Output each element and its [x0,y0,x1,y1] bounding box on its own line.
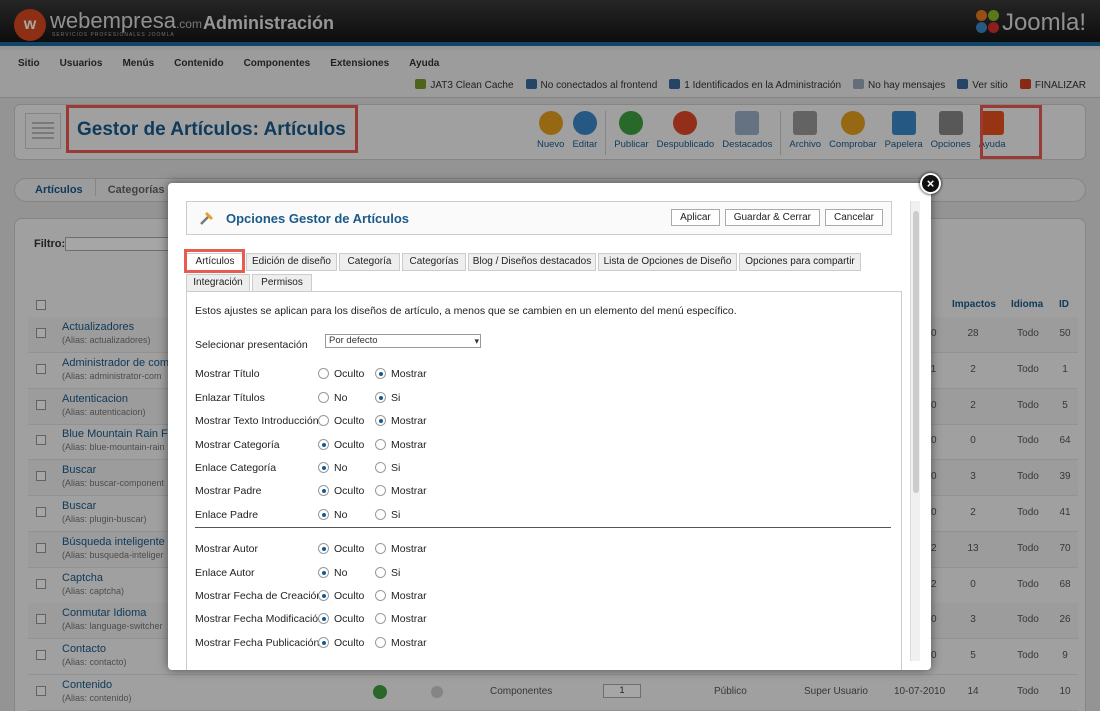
scrollbar-thumb[interactable] [913,211,919,493]
radio-label: Si [391,392,401,404]
option-row: Mostrar Fecha de Creación Oculto Mostrar [195,589,895,605]
apply-button[interactable]: Aplicar [671,209,720,226]
option-label: Enlace Autor [195,567,255,579]
option-label: Enlazar Títulos [195,392,265,404]
options-modal: Opciones Gestor de Artículos Aplicar Gua… [168,183,931,670]
radio-label: No [334,462,348,474]
radio-label: Oculto [334,637,365,649]
radio-no[interactable] [318,392,329,403]
option-label: Mostrar Fecha de Creación [195,590,323,602]
tab-1[interactable]: Edición de diseño [246,253,337,271]
save-close-button[interactable]: Guardar & Cerrar [724,209,820,226]
tab-2[interactable]: Categoría [339,253,400,271]
active-tab-highlight [184,249,245,273]
option-label: Mostrar Categoría [195,439,280,451]
modal-header: Opciones Gestor de Artículos Aplicar Gua… [186,201,892,235]
divider [195,527,891,528]
option-row: Enlazar Títulos No Si [195,391,895,407]
radio-label: Mostrar [391,637,427,649]
radio-label: Oculto [334,543,365,555]
tab-3[interactable]: Categorías [402,253,466,271]
option-row: Mostrar Texto Introducción Oculto Mostrar [195,414,895,430]
radio-mostrar[interactable] [375,613,386,624]
radio-si[interactable] [375,462,386,473]
option-row: Mostrar Autor Oculto Mostrar [195,542,895,558]
option-label: Mostrar Padre [195,485,262,497]
radio-oculto[interactable] [318,590,329,601]
radio-mostrar[interactable] [375,415,386,426]
radio-label: Oculto [334,439,365,451]
tab-7[interactable]: Integración [186,274,250,292]
radio-oculto[interactable] [318,439,329,450]
radio-label: Oculto [334,485,365,497]
option-row: Enlace Padre No Si [195,508,895,524]
cancel-button[interactable]: Cancelar [824,209,883,226]
option-label: Mostrar Autor [195,543,259,555]
radio-no[interactable] [318,567,329,578]
radio-mostrar[interactable] [375,543,386,554]
radio-label: No [334,509,348,521]
radio-label: No [334,392,348,404]
layout-select[interactable]: Por defecto [325,334,481,348]
tab-8[interactable]: Permisos [252,274,312,292]
radio-label: Mostrar [391,485,427,497]
radio-si[interactable] [375,392,386,403]
options-panel: Estos ajustes se aplican para los diseño… [186,291,902,670]
radio-oculto[interactable] [318,368,329,379]
modal-title: Opciones Gestor de Artículos [226,211,410,226]
radio-label: Mostrar [391,368,427,380]
radio-si[interactable] [375,509,386,520]
tab-4[interactable]: Blog / Diseños destacados [468,253,596,271]
radio-label: Si [391,462,401,474]
modal-scrollbar[interactable] [910,201,920,661]
option-label: Enlace Categoría [195,462,277,474]
option-row: Mostrar Fecha Modificación Oculto Mostrar [195,612,895,628]
option-row: Enlace Autor No Si [195,566,895,582]
radio-label: Mostrar [391,415,427,427]
radio-label: Mostrar [391,613,427,625]
radio-label: Oculto [334,368,365,380]
option-label: Mostrar Fecha Modificación [195,613,324,625]
radio-label: Oculto [334,590,365,602]
radio-label: No [334,567,348,579]
radio-label: Si [391,509,401,521]
tools-icon [200,212,213,225]
radio-no[interactable] [318,462,329,473]
radio-label: Mostrar [391,439,427,451]
option-row: Enlace Categoría No Si [195,461,895,477]
radio-mostrar[interactable] [375,590,386,601]
radio-mostrar[interactable] [375,368,386,379]
radio-oculto[interactable] [318,415,329,426]
radio-label: Mostrar [391,590,427,602]
radio-label: Mostrar [391,543,427,555]
option-row: Mostrar Fecha Publicación Oculto Mostrar [195,636,895,652]
option-label: Mostrar Fecha Publicación [195,637,320,649]
radio-label: Si [391,567,401,579]
radio-oculto[interactable] [318,543,329,554]
tab-5[interactable]: Lista de Opciones de Diseño [598,253,737,271]
radio-label: Oculto [334,613,365,625]
tab-6[interactable]: Opciones para compartir [739,253,861,271]
option-row: Mostrar Título Oculto Mostrar [195,367,895,383]
radio-oculto[interactable] [318,485,329,496]
radio-oculto[interactable] [318,613,329,624]
close-modal-button[interactable]: × [920,173,941,194]
radio-mostrar[interactable] [375,637,386,648]
layout-label: Selecionar presentación [195,339,308,351]
option-label: Mostrar Título [195,368,260,380]
option-label: Enlace Padre [195,509,259,521]
option-row: Mostrar Padre Oculto Mostrar [195,484,895,500]
option-row: Mostrar Categoría Oculto Mostrar [195,438,895,454]
radio-label: Oculto [334,415,365,427]
radio-si[interactable] [375,567,386,578]
radio-oculto[interactable] [318,637,329,648]
option-label: Mostrar Texto Introducción [195,415,319,427]
radio-mostrar[interactable] [375,439,386,450]
radio-mostrar[interactable] [375,485,386,496]
radio-no[interactable] [318,509,329,520]
panel-description: Estos ajustes se aplican para los diseño… [195,305,737,317]
